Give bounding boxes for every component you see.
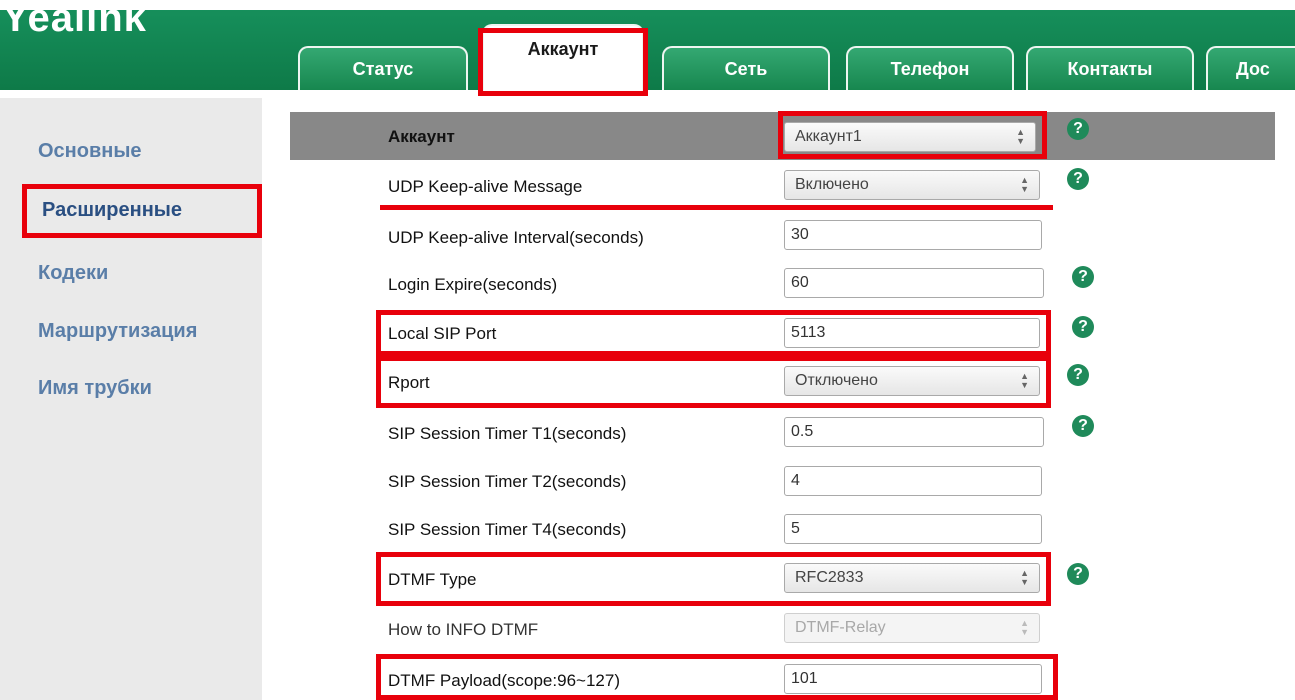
timer-t2-input[interactable]: 4: [784, 466, 1042, 496]
dtmf-type-label: DTMF Type: [388, 570, 477, 589]
help-icon[interactable]: ?: [1072, 266, 1094, 288]
tab-label: Дос: [1236, 58, 1270, 79]
timer-t1-label: SIP Session Timer T1(seconds): [388, 424, 627, 443]
select-arrows-icon: ▲ ▼: [1020, 568, 1029, 587]
select-value: RFC2833: [795, 569, 864, 586]
select-arrows-icon: ▲ ▼: [1016, 127, 1025, 146]
sidebar-item-basic[interactable]: Основные: [38, 140, 142, 163]
login-expire-input[interactable]: 60: [784, 268, 1044, 298]
tab-label: Телефон: [890, 58, 970, 79]
select-arrows-icon: ▲ ▼: [1020, 618, 1029, 637]
udp-keepalive-message-label: UDP Keep-alive Message: [388, 177, 583, 196]
timer-t4-input[interactable]: 5: [784, 514, 1042, 544]
tab-label: Аккаунт: [527, 38, 599, 59]
local-sip-port-input[interactable]: 5113: [784, 318, 1040, 348]
tab-account[interactable]: Аккаунт: [482, 24, 644, 94]
sidebar-divider: [262, 98, 274, 700]
select-arrows-icon: ▲ ▼: [1020, 371, 1029, 390]
udp-keepalive-underline: [380, 205, 1053, 210]
udp-keepalive-interval-input[interactable]: 30: [784, 220, 1042, 250]
sidebar-item-codecs[interactable]: Кодеки: [38, 262, 108, 285]
sidebar-item-advanced[interactable]: Расширенные: [42, 199, 182, 222]
tab-label: Статус: [352, 58, 414, 79]
info-dtmf-label: How to INFO DTMF: [388, 620, 539, 639]
udp-keepalive-message-select[interactable]: Включено ▲ ▼: [784, 170, 1040, 200]
info-dtmf-select: DTMF-Relay ▲ ▼: [784, 613, 1040, 643]
yealink-logo: Yealink: [2, 0, 147, 40]
help-icon[interactable]: ?: [1067, 563, 1089, 585]
account-select-value: Аккаунт1: [795, 128, 862, 145]
select-value: Отключено: [795, 372, 878, 389]
timer-t1-input[interactable]: 0.5: [784, 417, 1044, 447]
account-label: Аккаунт: [388, 127, 455, 146]
dtmf-payload-input[interactable]: 101: [784, 664, 1042, 694]
sidebar-item-handset-name[interactable]: Имя трубки: [38, 377, 152, 400]
tab-phone[interactable]: Телефон: [846, 46, 1014, 90]
account-select[interactable]: Аккаунт1 ▲ ▼: [784, 122, 1036, 152]
udp-keepalive-interval-label: UDP Keep-alive Interval(seconds): [388, 228, 644, 247]
tab-network[interactable]: Сеть: [662, 46, 830, 90]
help-icon[interactable]: ?: [1067, 364, 1089, 386]
local-sip-port-label: Local SIP Port: [388, 324, 497, 343]
dtmf-type-select[interactable]: RFC2833 ▲ ▼: [784, 563, 1040, 593]
tab-label: Сеть: [724, 58, 768, 79]
dtmf-payload-label: DTMF Payload(scope:96~127): [388, 671, 620, 690]
rport-select[interactable]: Отключено ▲ ▼: [784, 366, 1040, 396]
sidebar-item-routing[interactable]: Маршрутизация: [38, 320, 197, 343]
select-value: DTMF-Relay: [795, 619, 886, 636]
rport-label: Rport: [388, 373, 430, 392]
tab-label: Контакты: [1067, 58, 1153, 79]
select-value: Включено: [795, 176, 869, 193]
help-icon[interactable]: ?: [1072, 415, 1094, 437]
tab-access[interactable]: Дос: [1206, 46, 1295, 90]
timer-t4-label: SIP Session Timer T4(seconds): [388, 520, 627, 539]
help-icon[interactable]: ?: [1067, 168, 1089, 190]
help-icon[interactable]: ?: [1072, 316, 1094, 338]
help-icon[interactable]: ?: [1067, 118, 1089, 140]
login-expire-label: Login Expire(seconds): [388, 275, 558, 294]
tab-status[interactable]: Статус: [298, 46, 468, 90]
select-arrows-icon: ▲ ▼: [1020, 175, 1029, 194]
timer-t2-label: SIP Session Timer T2(seconds): [388, 472, 627, 491]
tab-contacts[interactable]: Контакты: [1026, 46, 1194, 90]
